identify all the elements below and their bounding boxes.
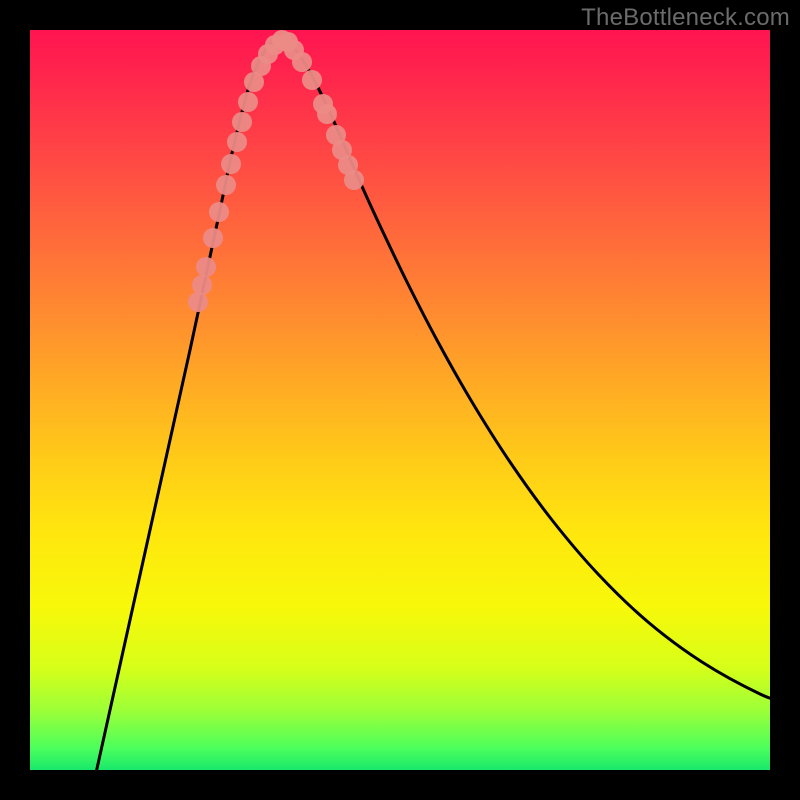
marker-dot (292, 52, 312, 72)
right-marker-cluster (278, 32, 364, 190)
bottleneck-curve (90, 39, 770, 770)
marker-dot (188, 292, 208, 312)
plot-area (30, 30, 770, 770)
marker-dot (209, 202, 229, 222)
marker-dot (302, 70, 322, 90)
marker-dot (221, 154, 241, 174)
marker-dot (317, 104, 337, 124)
marker-dot (232, 112, 252, 132)
chart-stage: TheBottleneck.com (0, 0, 800, 800)
marker-dot (227, 132, 247, 152)
marker-dot (203, 228, 223, 248)
marker-dot (216, 175, 236, 195)
left-marker-cluster (188, 30, 292, 312)
marker-dot (192, 275, 212, 295)
marker-dot (344, 170, 364, 190)
chart-svg (30, 30, 770, 770)
marker-dot (238, 92, 258, 112)
watermark-text: TheBottleneck.com (581, 4, 790, 32)
marker-dot (196, 257, 216, 277)
